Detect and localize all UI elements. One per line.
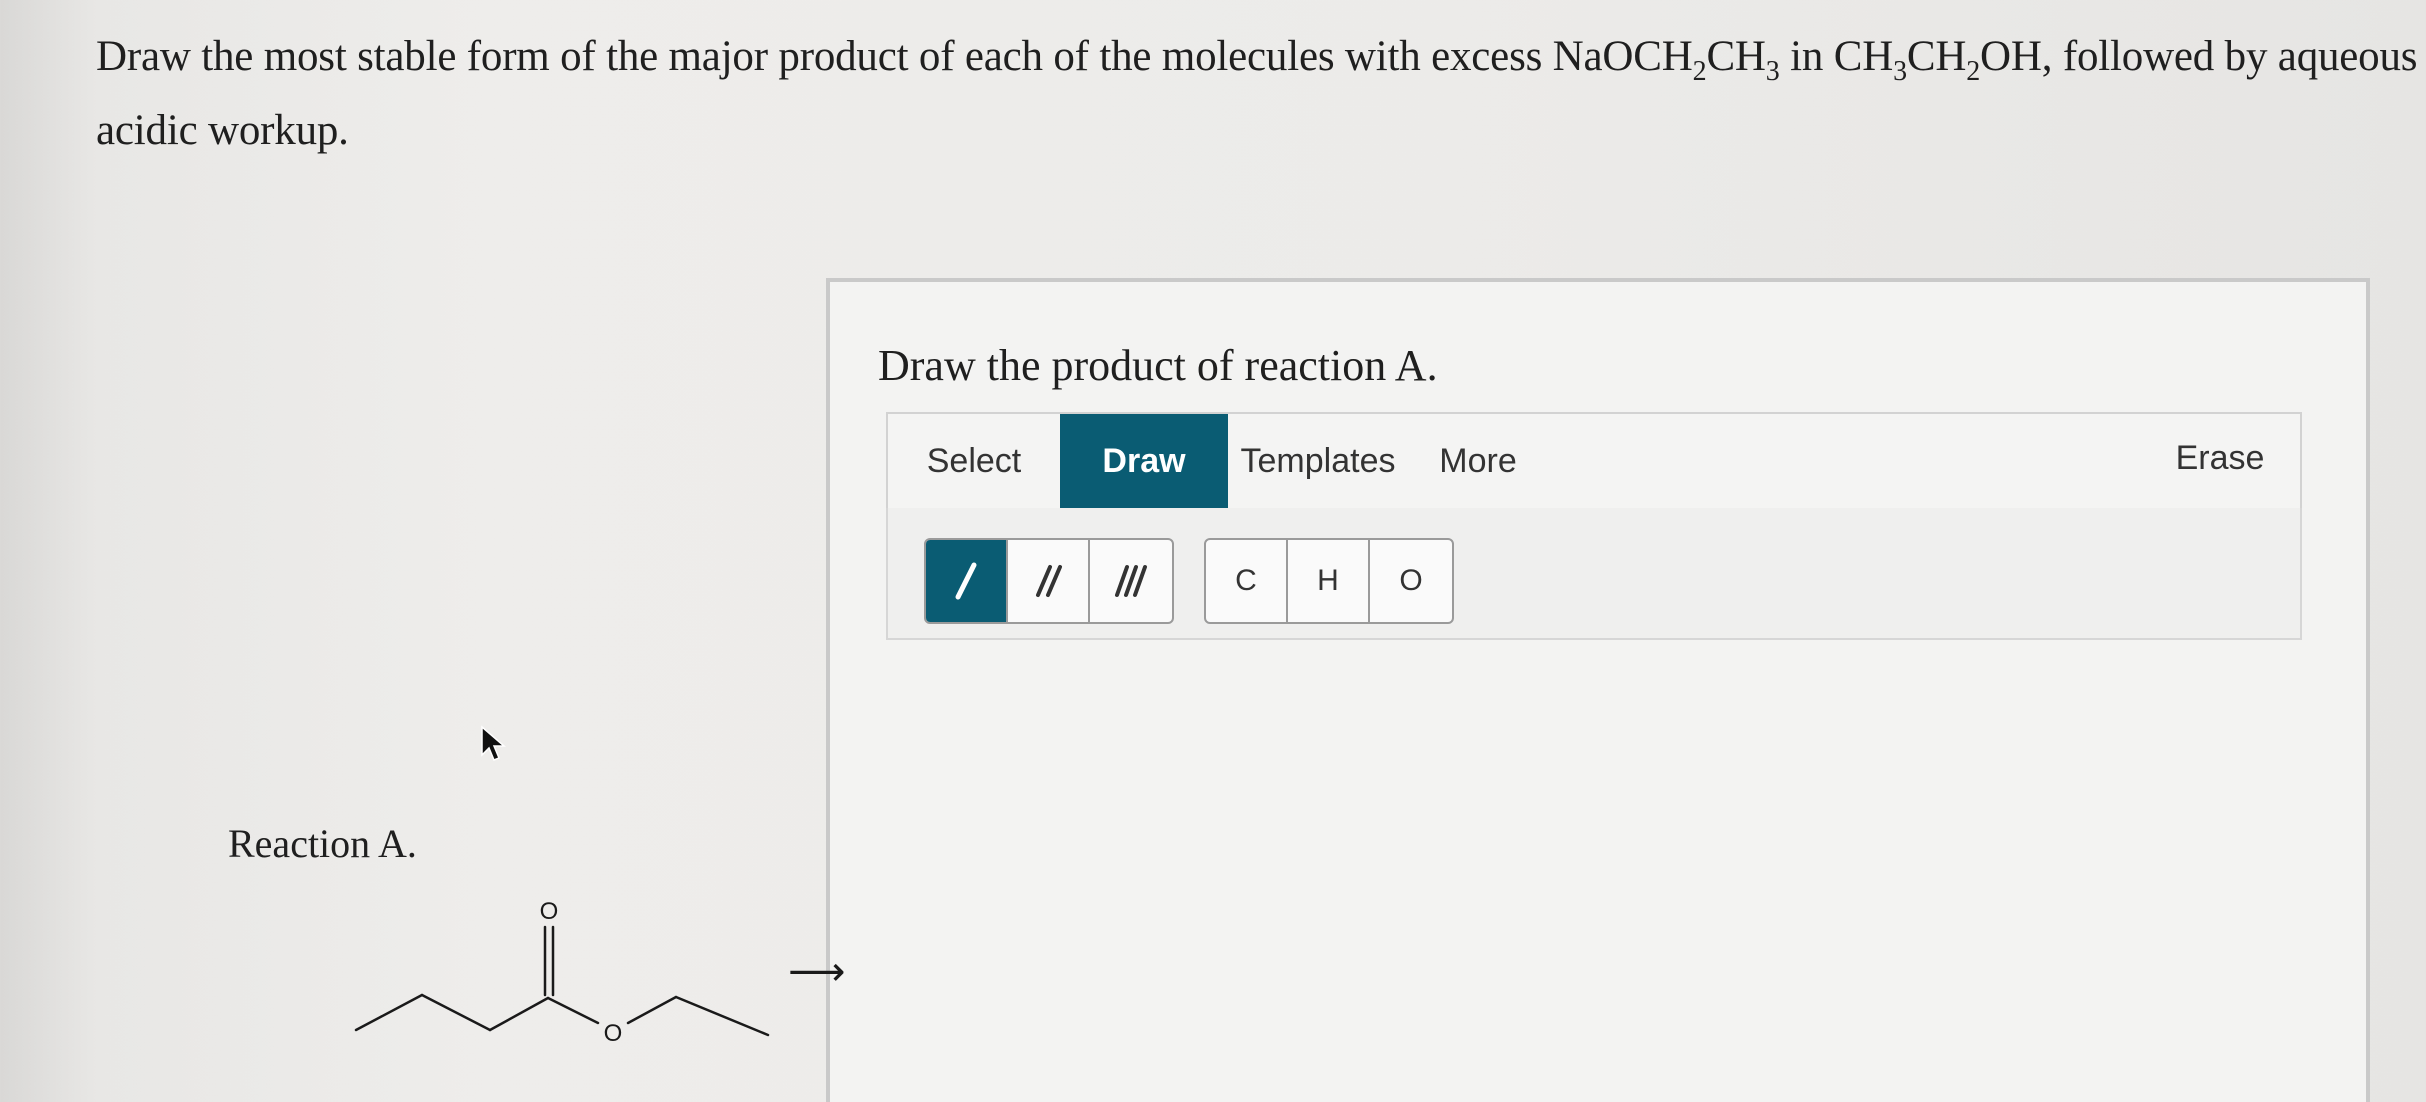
bond-tools: [924, 538, 1174, 624]
single-bond-icon[interactable]: [926, 540, 1008, 622]
bond-line: [626, 995, 678, 1025]
carbonyl-oxygen-label: O: [540, 898, 559, 925]
double-bond-icon[interactable]: [1008, 540, 1090, 622]
erase-button[interactable]: Erase: [2150, 414, 2290, 508]
tab-select[interactable]: Select: [888, 414, 1060, 508]
panel-title: Draw the product of reaction A.: [878, 341, 1438, 390]
draw-tools-row: C H O: [886, 508, 2302, 640]
bond-line: [546, 996, 600, 1025]
atom-o-button[interactable]: O: [1370, 540, 1452, 622]
bond-line: [354, 993, 424, 1032]
reaction-arrow-icon: ⟶: [788, 950, 845, 994]
reactant-molecule: O O ⟶: [340, 895, 860, 1080]
answer-panel: Draw the product of reaction A. Select D…: [826, 278, 2370, 1102]
tab-more[interactable]: More: [1408, 414, 1548, 508]
bond-line: [420, 993, 492, 1032]
bond-line: [488, 996, 550, 1032]
triple-bond-icon[interactable]: [1090, 540, 1172, 622]
editor-toolbar: Select Draw Templates More Erase: [886, 412, 2302, 510]
mouse-cursor-icon: [480, 725, 510, 770]
atom-c-button[interactable]: C: [1206, 540, 1288, 622]
ester-oxygen-label: O: [604, 1020, 623, 1047]
reaction-a-label: Reaction A.: [228, 821, 417, 866]
tab-templates[interactable]: Templates: [1228, 414, 1408, 508]
atom-h-button[interactable]: H: [1288, 540, 1370, 622]
bond-line: [674, 995, 770, 1037]
tab-draw[interactable]: Draw: [1060, 414, 1228, 508]
atom-tools: C H O: [1204, 538, 1454, 624]
question-text: Draw the most stable form of the major p…: [96, 33, 2418, 154]
